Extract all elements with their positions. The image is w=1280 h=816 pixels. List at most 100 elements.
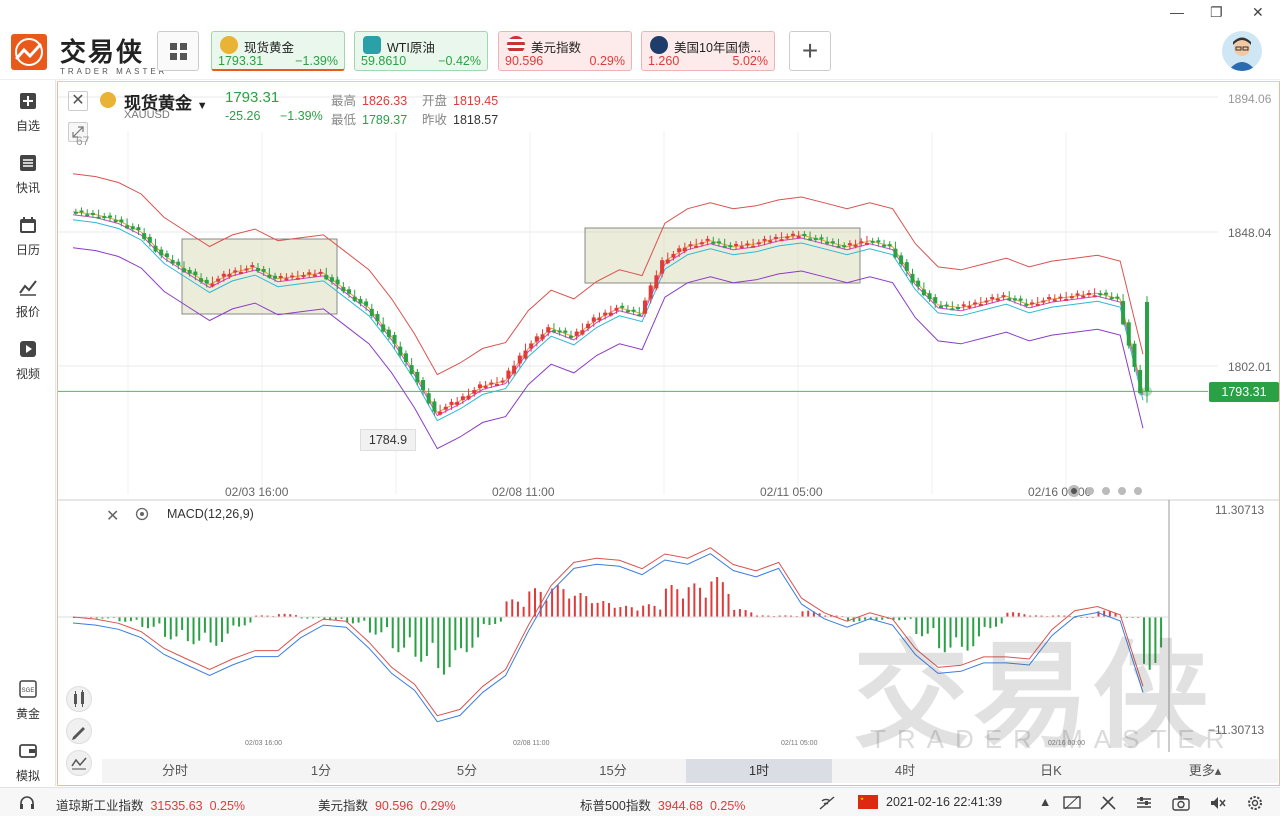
camera-icon[interactable] [1172,795,1190,814]
candle [563,330,568,333]
candle [216,278,221,282]
candle [119,219,124,223]
pen-tool-icon[interactable] [66,718,92,744]
candle [102,216,107,219]
macd-bar [164,617,167,637]
symbol-code: XAUUSD [124,109,170,121]
candle [876,240,881,243]
oil-icon [363,36,381,54]
sidebar-item-quote[interactable]: 报价 [0,278,56,320]
range-box [584,227,861,284]
candle [819,237,824,240]
settings-gear-icon[interactable] [1246,795,1264,814]
candle [426,393,431,404]
candle [648,285,653,299]
macd-bar [590,603,593,617]
tools-icon[interactable] [1099,795,1117,814]
x-label: 02/08 11:00 [492,485,555,499]
sidebar-item-watchlist[interactable]: 自选 [0,92,56,134]
candle [312,274,317,277]
timeframe-more[interactable]: 更多▴ [1132,759,1278,783]
sidebar-item-simulate[interactable]: 模拟 [0,742,56,784]
video-icon [20,341,36,357]
candle [512,365,517,374]
sidebar-item-news[interactable]: 快讯 [0,154,56,196]
close-chart-icon[interactable]: ✕ [68,91,88,111]
candle [660,260,665,274]
settings-icon[interactable] [134,506,150,522]
timeframe-daily[interactable]: 日K [978,759,1124,783]
candle [870,240,875,243]
candle [921,289,926,296]
symbol-change-pct: −1.39% [280,109,323,123]
timeframe-5m[interactable]: 5分 [394,759,540,783]
candle [773,236,778,239]
macd-bar [807,610,810,617]
restore-icon[interactable]: ❐ [1210,4,1223,21]
candle [978,303,983,306]
macd-bar [482,617,485,625]
macd-bar [238,617,241,627]
candle [688,244,693,247]
sliders-icon[interactable] [1135,795,1153,814]
ticker-change: −1.39% [295,54,338,68]
candle [751,245,756,248]
candle [990,297,995,300]
sidebar-item-video[interactable]: 视频 [0,340,56,382]
close-window-icon[interactable]: ✕ [1252,4,1264,21]
ticker-price: 59.8610 [361,54,407,68]
candle [1132,343,1137,367]
close-indicator-icon[interactable]: ✕ [106,506,119,526]
ticker-marquee-item[interactable]: 标普500指数 3944.68 0.25% [580,795,745,814]
timeframe-1m[interactable]: 1分 [248,759,394,783]
macd-bar [425,617,428,656]
mute-icon[interactable] [1209,795,1227,814]
user-avatar[interactable] [1222,31,1262,71]
candle [1001,295,1006,298]
macd-bar [391,617,394,649]
candle [1104,292,1109,295]
ticker-us10y[interactable]: 美国10年国债... 1.260 5.02% [641,31,775,71]
timeframe-15m[interactable]: 15分 [540,759,686,783]
timeframe-tick[interactable]: 分时 [102,759,248,783]
ticker-marquee-item[interactable]: 道琼斯工业指数 31535.63 0.25% [56,795,245,814]
sidebar-item-calendar[interactable]: 日历 [0,216,56,258]
candle [808,238,813,241]
macd-bar [522,606,525,617]
connection-icon[interactable] [818,795,836,814]
indicator-tool-icon[interactable] [66,750,92,776]
ticker-gold[interactable]: 现货黄金 1793.31 −1.39% [211,31,345,71]
candle [73,211,78,214]
caret-up-icon[interactable]: ▲ [1039,795,1051,809]
candle [381,324,386,332]
candle [995,298,1000,301]
macd-bar [198,617,201,641]
candle [779,239,784,242]
minimize-icon[interactable]: — [1170,4,1184,20]
macd-bar [249,617,252,623]
scroll-dots[interactable] [1066,483,1146,499]
candle [899,255,904,265]
layout-grid-button[interactable] [157,31,199,71]
candle-tool-icon[interactable] [66,686,92,712]
candle [210,283,215,287]
timeframe-1h[interactable]: 1时 [686,759,832,783]
ticker-dollar-index[interactable]: 美元指数 90.596 0.29% [498,31,632,71]
candle [329,277,334,282]
add-ticker-button[interactable]: + [789,31,831,71]
ticker-marquee-item[interactable]: 美元指数 90.596 0.29% [318,795,456,814]
screen-icon[interactable] [1063,795,1081,814]
ticker-oil[interactable]: WTI原油 59.8610 −0.42% [354,31,488,71]
candle [85,214,90,217]
candle [233,270,238,273]
candle [1024,303,1029,306]
candle [113,220,118,223]
timeframe-4h[interactable]: 4时 [832,759,978,783]
sidebar-item-gold[interactable]: SGE 黄金 [0,680,56,722]
macd-bar [647,604,650,617]
headset-icon[interactable] [18,795,36,814]
macd-bar [568,598,571,617]
candle [483,385,488,388]
candle [699,242,704,245]
macd-bar [477,617,480,638]
